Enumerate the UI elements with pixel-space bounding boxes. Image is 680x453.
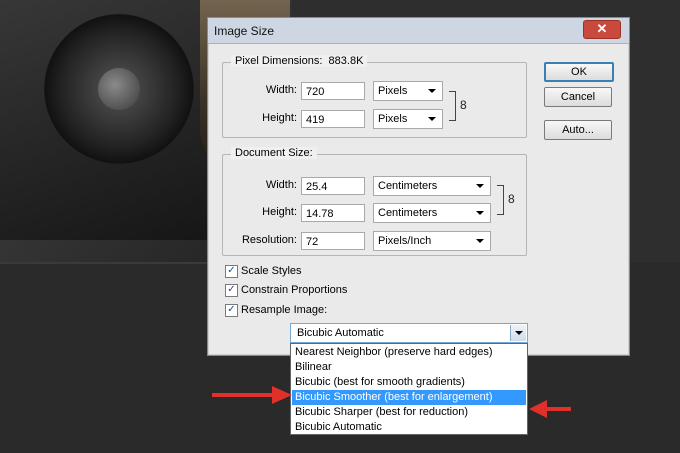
image-size-dialog: Image Size ✕ Pixel Dimensions: 883.8K Wi…	[207, 17, 630, 356]
annotation-arrow-right	[212, 386, 292, 404]
chain-link-icon: 8	[508, 192, 515, 206]
chevron-down-icon	[476, 239, 484, 243]
pixel-width-input[interactable]: 720	[301, 82, 365, 100]
chevron-down-icon	[476, 211, 484, 215]
doc-width-unit-select[interactable]: Centimeters	[373, 176, 491, 196]
chevron-down-icon	[515, 331, 523, 335]
resample-option-bicubic-smoother[interactable]: Bicubic Smoother (best for enlargement)	[292, 390, 526, 405]
resolution-unit-select[interactable]: Pixels/Inch	[373, 231, 491, 251]
resample-option-bilinear[interactable]: Bilinear	[292, 360, 526, 375]
pixel-dimensions-group: Pixel Dimensions: 883.8K Width: 720 Pixe…	[222, 55, 527, 138]
doc-height-unit-select[interactable]: Centimeters	[373, 203, 491, 223]
chevron-down-icon	[428, 117, 436, 121]
resample-method-select[interactable]: Bicubic Automatic	[290, 323, 528, 343]
resample-options-list: Nearest Neighbor (preserve hard edges) B…	[290, 343, 528, 435]
dialog-title: Image Size	[214, 24, 275, 38]
close-icon: ✕	[596, 21, 608, 36]
document-size-legend: Document Size:	[231, 147, 317, 159]
pixel-width-unit-select[interactable]: Pixels	[373, 81, 443, 101]
dialog-titlebar[interactable]: Image Size ✕	[208, 18, 629, 44]
doc-height-label: Height:	[262, 206, 297, 218]
annotation-arrow-left	[529, 400, 571, 418]
scale-styles-checkbox[interactable]: ✓	[225, 265, 238, 278]
link-bracket	[449, 91, 456, 121]
chevron-down-icon	[428, 89, 436, 93]
cancel-button[interactable]: Cancel	[544, 87, 612, 107]
doc-width-input[interactable]: 25.4	[301, 177, 365, 195]
resample-option-bicubic-sharper[interactable]: Bicubic Sharper (best for reduction)	[292, 405, 526, 420]
chain-link-icon: 8	[460, 98, 467, 112]
resample-option-bicubic[interactable]: Bicubic (best for smooth gradients)	[292, 375, 526, 390]
resolution-input[interactable]: 72	[301, 232, 365, 250]
pixel-dimensions-size: 883.8K	[328, 55, 364, 67]
close-button[interactable]: ✕	[583, 20, 621, 39]
doc-width-label: Width:	[265, 179, 297, 191]
resample-image-checkbox[interactable]: ✓	[225, 304, 238, 317]
pixel-width-label: Width:	[265, 84, 297, 96]
resolution-label: Resolution:	[241, 234, 297, 246]
pixel-height-input[interactable]: 419	[301, 110, 365, 128]
pixel-dimensions-legend: Pixel Dimensions: 883.8K	[231, 55, 368, 67]
auto-button[interactable]: Auto...	[544, 120, 612, 140]
scale-styles-label: Scale Styles	[241, 265, 302, 277]
gpu-fan-hub	[98, 68, 140, 110]
resample-option-nearest-neighbor[interactable]: Nearest Neighbor (preserve hard edges)	[292, 345, 526, 360]
resample-option-bicubic-automatic[interactable]: Bicubic Automatic	[292, 420, 526, 435]
chevron-down-icon	[476, 184, 484, 188]
constrain-proportions-label: Constrain Proportions	[241, 284, 348, 296]
doc-height-input[interactable]: 14.78	[301, 204, 365, 222]
constrain-proportions-checkbox[interactable]: ✓	[225, 284, 238, 297]
link-bracket	[497, 185, 504, 215]
dropdown-button[interactable]	[510, 325, 526, 341]
pixel-height-unit-select[interactable]: Pixels	[373, 109, 443, 129]
document-size-group: Document Size: Width: 25.4 Centimeters H…	[222, 147, 527, 256]
ok-button[interactable]: OK	[544, 62, 614, 82]
pixel-height-label: Height:	[262, 112, 297, 124]
resample-image-label: Resample Image:	[241, 304, 328, 316]
